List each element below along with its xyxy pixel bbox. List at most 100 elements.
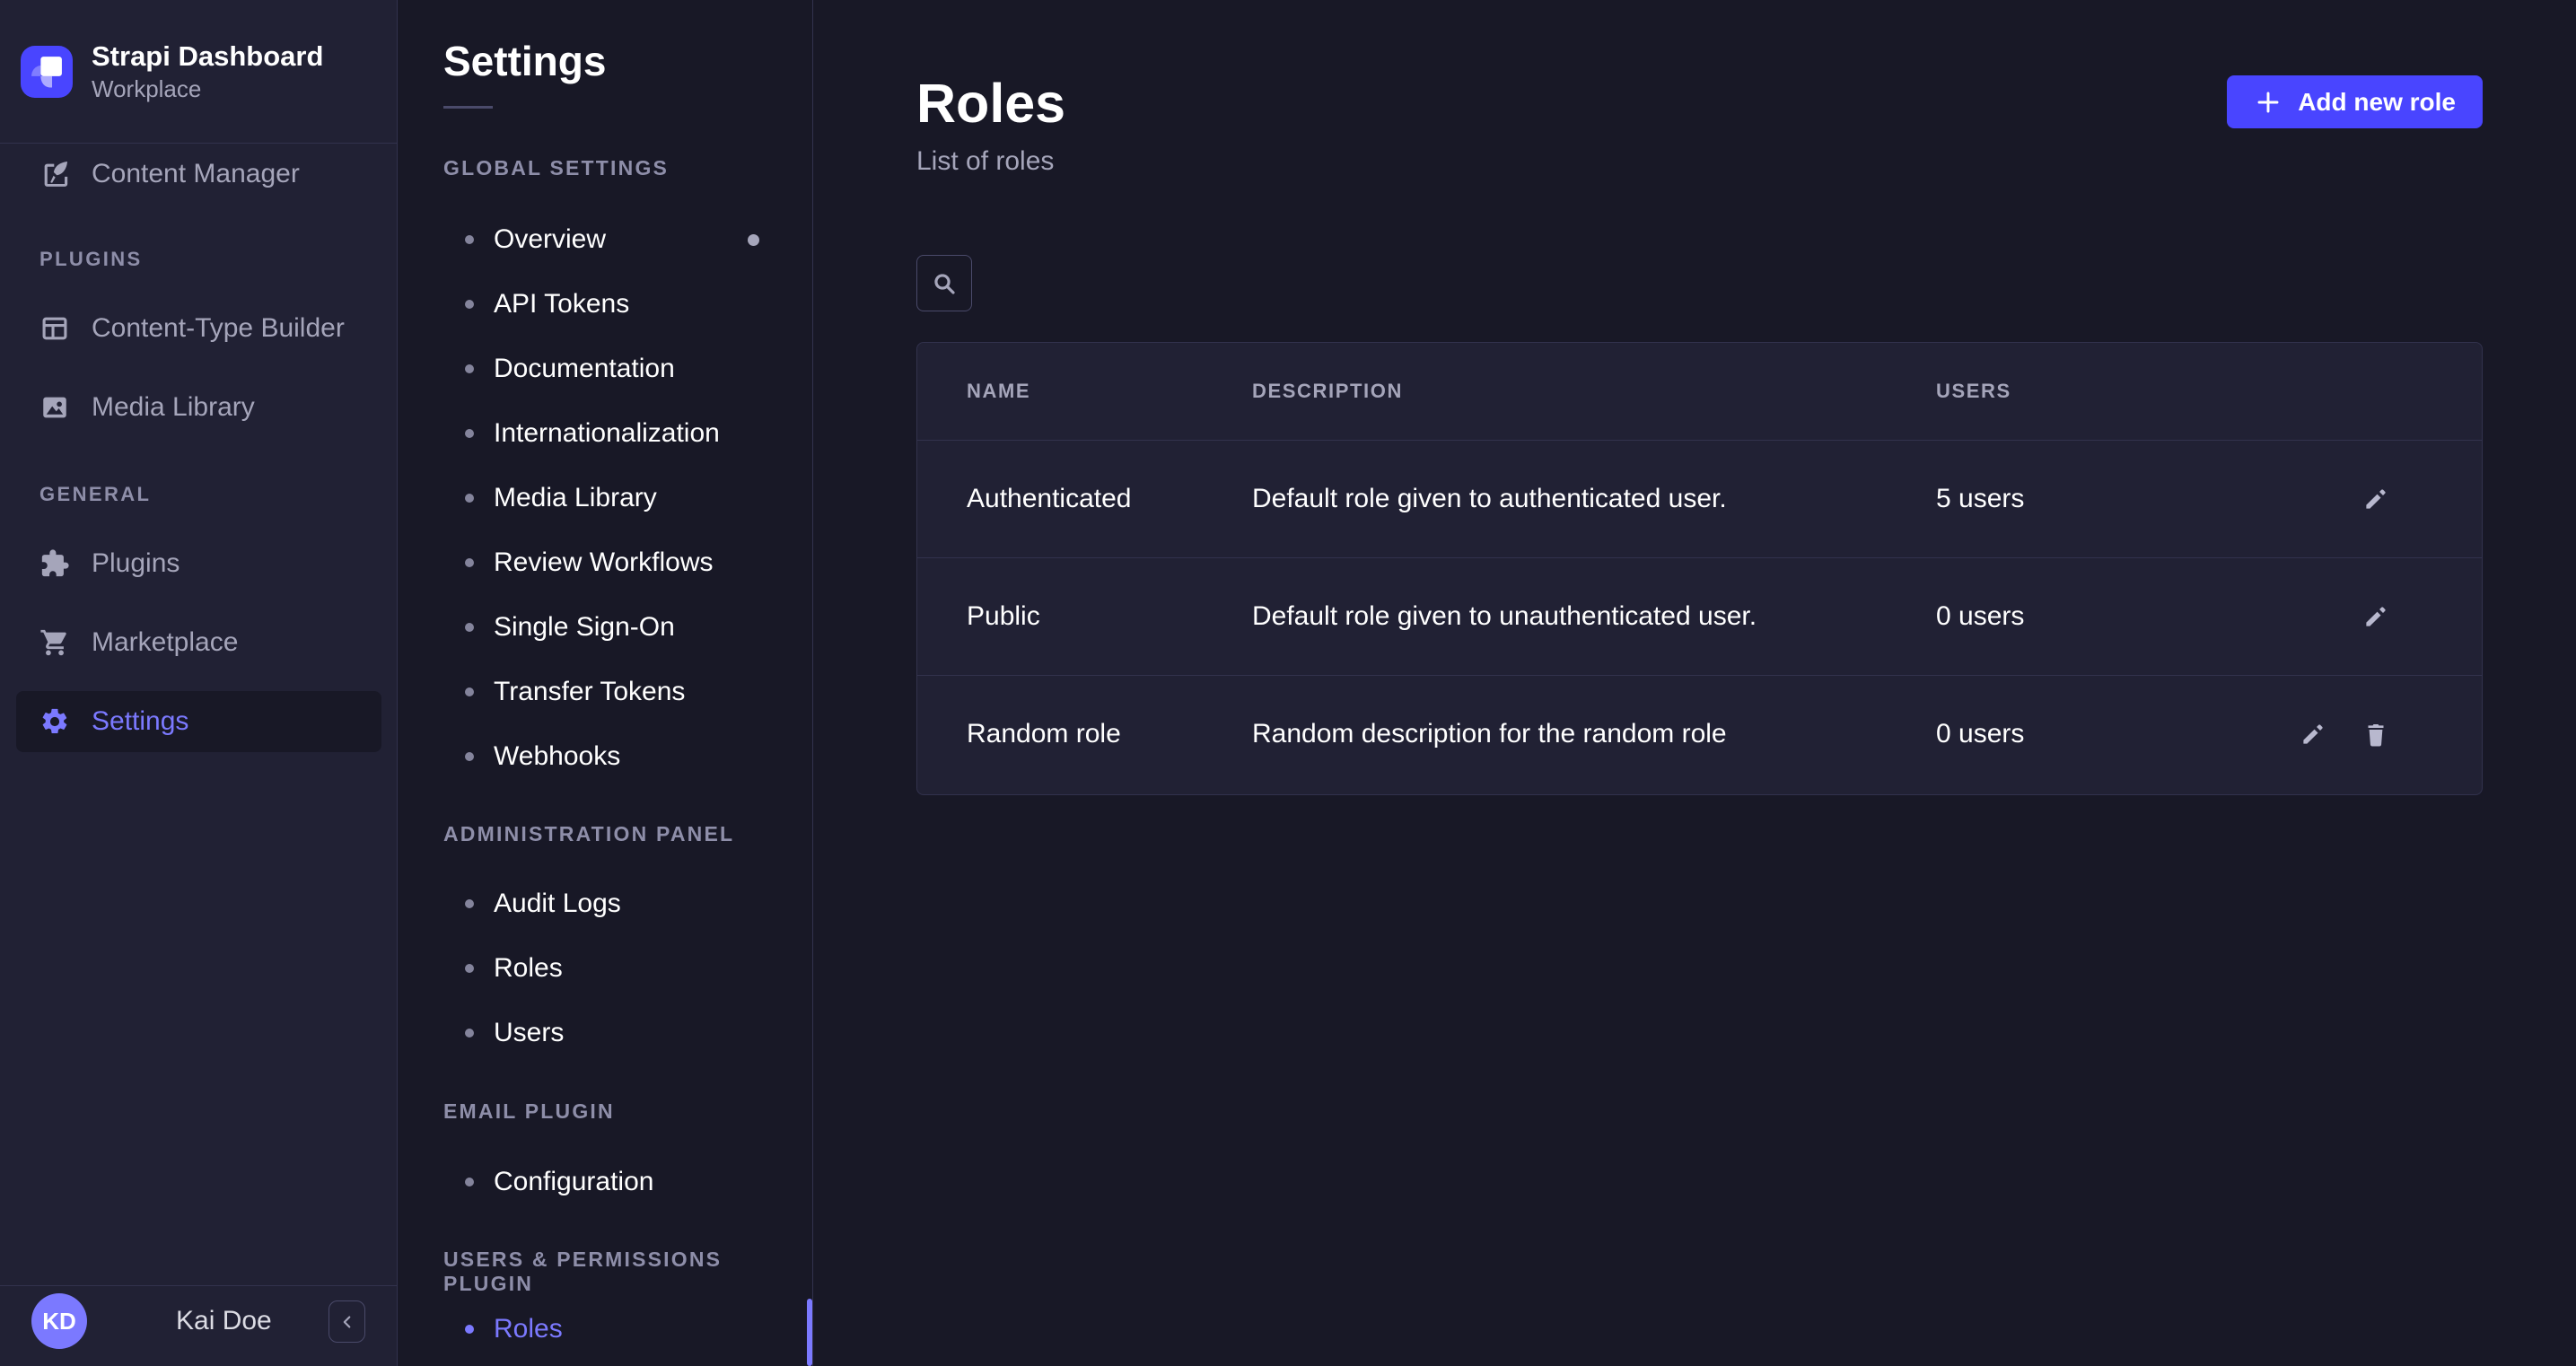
- avatar-initials: KD: [42, 1308, 76, 1335]
- subnav-item-documentation[interactable]: Documentation: [443, 349, 795, 389]
- sidebar-item-content-type-builder[interactable]: Content-Type Builder: [16, 298, 381, 359]
- subnav-item-single-sign-on[interactable]: Single Sign-On: [443, 608, 795, 647]
- subnav-section-global-settings: GLOBAL SETTINGS: [443, 156, 669, 180]
- role-description: Default role given to unauthenticated us…: [1252, 601, 1936, 632]
- subnav-item-audit-logs[interactable]: Audit Logs: [443, 884, 795, 924]
- sidebar-item-label: Plugins: [92, 548, 180, 579]
- bullet-dot: [465, 623, 474, 632]
- bullet-dot: [465, 494, 474, 503]
- sidebar-item-plugins[interactable]: Plugins: [16, 533, 381, 594]
- subnav-item-up-roles[interactable]: Roles: [443, 1309, 795, 1349]
- add-new-role-button[interactable]: Add new role: [2227, 75, 2483, 128]
- subnav-item-email-configuration[interactable]: Configuration: [443, 1162, 795, 1202]
- cart-icon: [39, 627, 70, 658]
- subnav-item-media-library[interactable]: Media Library: [443, 478, 795, 518]
- bullet-dot: [465, 1325, 474, 1334]
- bullet-dot: [465, 429, 474, 438]
- sidebar-item-media-library[interactable]: Media Library: [16, 377, 381, 438]
- role-name: Authenticated: [967, 484, 1252, 514]
- plus-icon: [2254, 88, 2282, 117]
- pencil-icon: [2361, 484, 2391, 514]
- sidebar-item-content-manager[interactable]: Content Manager: [16, 144, 381, 205]
- chevron-left-icon: [337, 1312, 357, 1332]
- edit-role-button[interactable]: [2298, 719, 2328, 749]
- sidebar-item-marketplace[interactable]: Marketplace: [16, 612, 381, 673]
- sidebar-section-general: GENERAL: [39, 483, 151, 506]
- bullet-dot: [465, 558, 474, 567]
- main-content: Roles List of roles Add new role NAME DE…: [814, 0, 2576, 1366]
- subnav-item-transfer-tokens[interactable]: Transfer Tokens: [443, 672, 795, 712]
- sidebar-section-plugins: PLUGINS: [39, 248, 143, 271]
- workspace-name: Workplace: [92, 74, 323, 104]
- subnav-item-internationalization[interactable]: Internationalization: [443, 414, 795, 453]
- user-name: Kai Doe: [176, 1306, 272, 1336]
- avatar[interactable]: KD: [31, 1293, 87, 1349]
- page-subtitle: List of roles: [916, 146, 1054, 177]
- role-description: Default role given to authenticated user…: [1252, 484, 1936, 514]
- subnav-title-divider: [443, 106, 493, 109]
- sidebar-item-label: Marketplace: [92, 627, 238, 658]
- app-title: Strapi Dashboard: [92, 39, 323, 74]
- subnav-item-admin-roles[interactable]: Roles: [443, 949, 795, 988]
- bullet-dot: [465, 687, 474, 696]
- bullet-dot: [465, 1029, 474, 1038]
- main-sidebar: Strapi Dashboard Workplace Content Manag…: [0, 0, 398, 1366]
- role-description: Random description for the random role: [1252, 719, 1936, 749]
- column-header-name: NAME: [967, 380, 1252, 403]
- layout-grid-icon: [39, 313, 70, 344]
- table-header-row: NAME DESCRIPTION USERS: [917, 343, 2482, 440]
- edit-role-button[interactable]: [2361, 601, 2391, 632]
- role-users-count: 0 users: [1936, 719, 2298, 749]
- workspace-brand[interactable]: Strapi Dashboard Workplace: [0, 0, 397, 144]
- table-row-public[interactable]: Public Default role given to unauthentic…: [917, 557, 2482, 675]
- strapi-logo-icon: [21, 46, 73, 98]
- bullet-dot: [465, 235, 474, 244]
- role-users-count: 5 users: [1936, 484, 2361, 514]
- roles-table: NAME DESCRIPTION USERS Authenticated Def…: [916, 342, 2483, 795]
- role-name: Public: [967, 601, 1252, 632]
- role-name: Random role: [967, 719, 1252, 749]
- subnav-item-api-tokens[interactable]: API Tokens: [443, 285, 795, 324]
- column-header-description: DESCRIPTION: [1252, 380, 1936, 403]
- table-row-authenticated[interactable]: Authenticated Default role given to auth…: [917, 440, 2482, 557]
- pencil-icon: [2298, 719, 2328, 749]
- subnav-section-email-plugin: EMAIL PLUGIN: [443, 1099, 615, 1124]
- subnav-section-administration-panel: ADMINISTRATION PANEL: [443, 822, 734, 846]
- bullet-dot: [465, 899, 474, 908]
- notification-dot: [748, 234, 759, 246]
- table-row-random-role[interactable]: Random role Random description for the r…: [917, 675, 2482, 792]
- subnav-section-users-permissions-plugin: USERS & PERMISSIONS PLUGIN: [443, 1248, 812, 1296]
- collapse-sidebar-button[interactable]: [329, 1300, 365, 1343]
- sidebar-item-label: Settings: [92, 706, 188, 737]
- bullet-dot: [465, 300, 474, 309]
- sidebar-divider: [0, 1285, 397, 1286]
- sidebar-item-label: Content-Type Builder: [92, 313, 345, 344]
- search-button[interactable]: [916, 255, 972, 311]
- bullet-dot: [465, 1178, 474, 1186]
- edit-role-button[interactable]: [2361, 484, 2391, 514]
- settings-subnav: Settings GLOBAL SETTINGS Overview API To…: [398, 0, 813, 1366]
- feather-icon: [39, 159, 70, 189]
- subnav-item-review-workflows[interactable]: Review Workflows: [443, 543, 795, 582]
- delete-role-button[interactable]: [2361, 719, 2391, 749]
- subnav-title: Settings: [443, 37, 606, 85]
- bullet-dot: [465, 364, 474, 373]
- bullet-dot: [465, 964, 474, 973]
- trash-icon: [2361, 719, 2391, 749]
- page-title: Roles: [916, 72, 1065, 135]
- puzzle-icon: [39, 548, 70, 579]
- sidebar-item-label: Media Library: [92, 392, 255, 423]
- role-users-count: 0 users: [1936, 601, 2361, 632]
- picture-icon: [39, 392, 70, 423]
- bullet-dot: [465, 752, 474, 761]
- sidebar-item-label: Content Manager: [92, 159, 300, 189]
- subnav-scrollbar-thumb[interactable]: [807, 1299, 812, 1366]
- sidebar-item-settings[interactable]: Settings: [16, 691, 381, 752]
- search-icon: [930, 269, 959, 298]
- subnav-item-admin-users[interactable]: Users: [443, 1013, 795, 1053]
- subnav-item-webhooks[interactable]: Webhooks: [443, 737, 795, 776]
- subnav-item-overview[interactable]: Overview: [443, 220, 795, 259]
- add-new-role-label: Add new role: [2298, 88, 2456, 117]
- column-header-users: USERS: [1936, 380, 2432, 403]
- gear-icon: [39, 706, 70, 737]
